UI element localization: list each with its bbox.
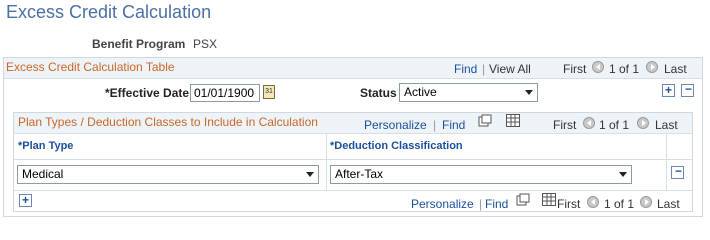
page-title: Excess Credit Calculation — [6, 2, 212, 22]
outer-first-label: First — [563, 62, 587, 76]
chevron-down-icon — [525, 90, 533, 95]
outer-find-link[interactable]: Find — [454, 62, 477, 76]
calendar-icon[interactable]: 31 — [263, 85, 275, 99]
add-plan-row-button[interactable]: + — [19, 194, 32, 207]
add-row-button[interactable]: + — [662, 84, 675, 97]
delete-row-button[interactable]: − — [681, 83, 694, 97]
outer-view-all-link[interactable]: View All — [489, 62, 531, 76]
benefit-program-value: PSX — [193, 37, 218, 51]
footer-range: 1 of 1 — [604, 197, 635, 211]
status-select[interactable]: Active — [399, 83, 538, 102]
inner-next-icon[interactable] — [637, 117, 649, 129]
deduction-classification-select-value: After-Tax — [335, 167, 384, 181]
inner-first-label: First — [553, 118, 577, 132]
plan-type-select-value: Medical — [22, 167, 64, 181]
effective-date-input[interactable]: 01/01/1900 — [190, 84, 260, 102]
inner-personalize-link[interactable]: Personalize — [364, 118, 427, 132]
chevron-down-icon — [619, 172, 627, 177]
excess-credit-grid-title: Excess Credit Calculation Table — [6, 60, 175, 74]
spreadsheet-icon[interactable] — [542, 193, 556, 206]
footer-separator: | — [479, 197, 483, 211]
outer-range: 1 of 1 — [609, 62, 640, 76]
deduction-classification-select[interactable]: After-Tax — [330, 165, 632, 184]
footer-last-label: Last — [657, 197, 680, 211]
inner-range: 1 of 1 — [599, 118, 630, 132]
spreadsheet-icon[interactable] — [506, 114, 520, 127]
chevron-down-icon — [306, 172, 314, 177]
footer-prev-icon[interactable] — [587, 196, 599, 208]
delete-plan-row-button[interactable]: − — [671, 165, 684, 179]
inner-prev-icon[interactable] — [583, 117, 595, 129]
footer-first-label: First — [557, 197, 581, 211]
status-label: Status — [360, 86, 397, 100]
inner-last-label: Last — [655, 118, 678, 132]
inner-separator: | — [433, 118, 437, 132]
zoom-icon[interactable] — [516, 193, 530, 206]
outer-last-label: Last — [664, 62, 687, 76]
plan-type-select[interactable]: Medical — [17, 165, 319, 184]
footer-next-icon[interactable] — [640, 196, 652, 208]
outer-next-icon[interactable] — [646, 61, 658, 73]
column-header-deduction-classification[interactable]: *Deduction Classification — [330, 140, 463, 152]
footer-find-link[interactable]: Find — [485, 197, 508, 211]
effective-date-label: *Effective Date — [105, 86, 190, 100]
inner-find-link[interactable]: Find — [442, 118, 465, 132]
outer-prev-icon[interactable] — [592, 61, 604, 73]
status-select-value: Active — [404, 85, 437, 99]
outer-separator: | — [482, 62, 486, 76]
plan-types-grid-title: Plan Types / Deduction Classes to Includ… — [18, 115, 318, 129]
column-header-plan-type[interactable]: *Plan Type — [18, 140, 73, 152]
footer-personalize-link[interactable]: Personalize — [411, 197, 474, 211]
benefit-program-label: Benefit Program — [92, 37, 186, 51]
zoom-icon[interactable] — [478, 114, 492, 127]
